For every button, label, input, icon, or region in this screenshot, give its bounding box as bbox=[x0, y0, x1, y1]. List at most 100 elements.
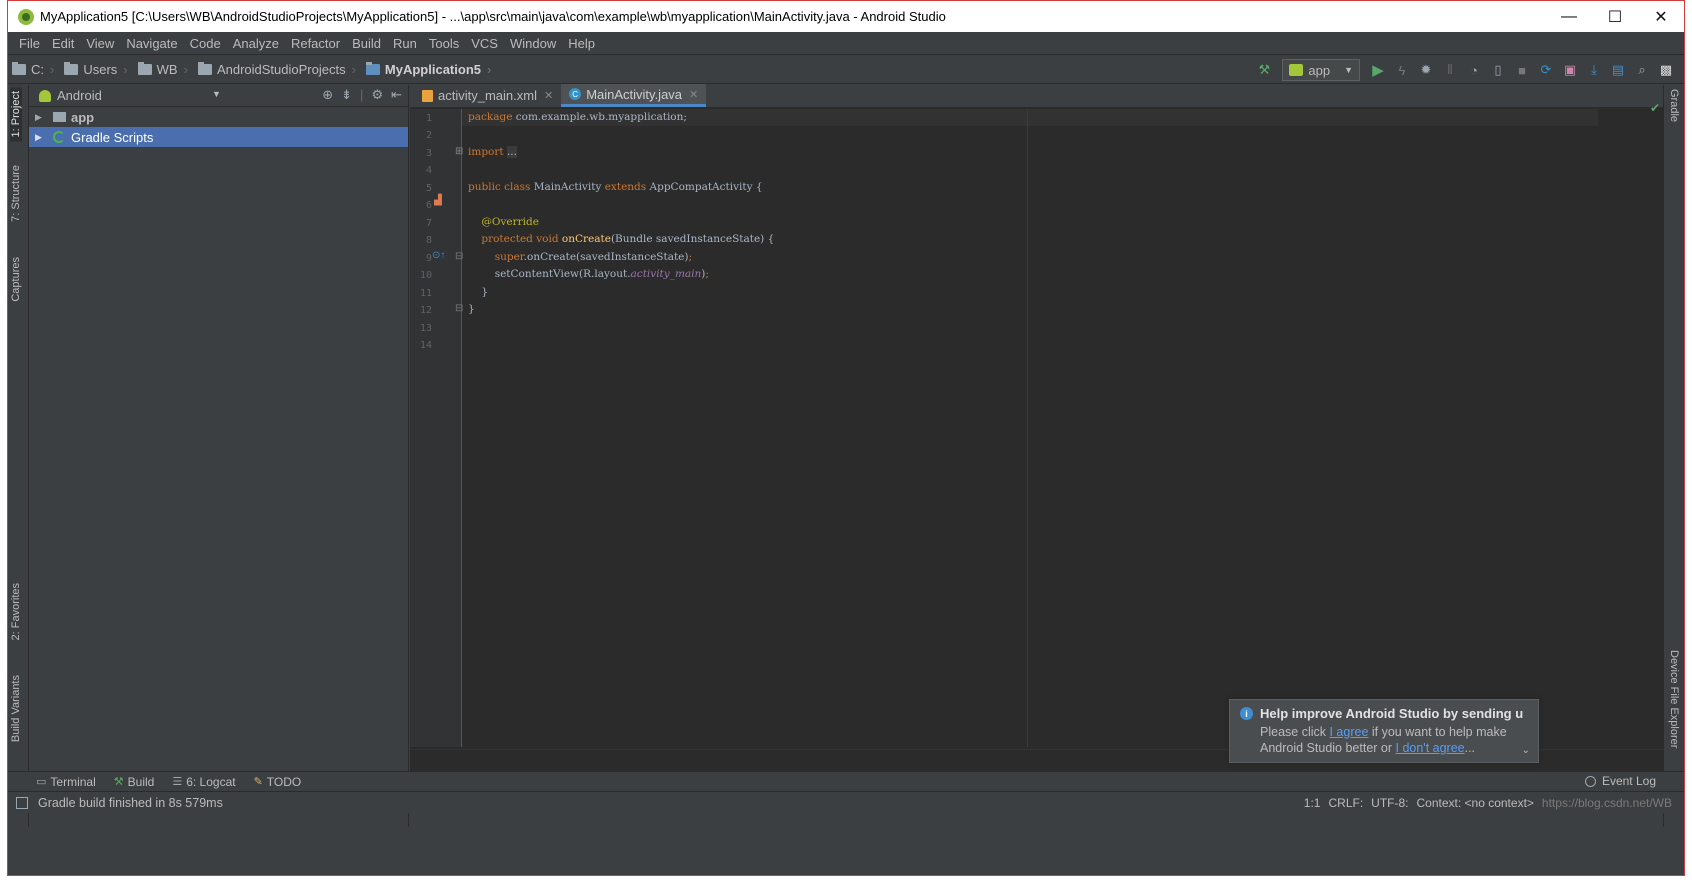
event-log-label: Event Log bbox=[1601, 774, 1656, 788]
search-icon[interactable]: ⌕ bbox=[1632, 60, 1652, 80]
run-configuration-label: app bbox=[1308, 62, 1331, 78]
tool-tab-build-variants[interactable]: Build Variants bbox=[10, 675, 22, 742]
hide-panel-icon[interactable]: ⇤ bbox=[391, 87, 402, 103]
menu-edit[interactable]: Edit bbox=[46, 36, 80, 51]
run-icon[interactable]: ▶ bbox=[1368, 60, 1388, 80]
menu-run[interactable]: Run bbox=[387, 36, 423, 51]
code-editor: activity_main.xml ✕ C MainActivity.java … bbox=[410, 84, 1664, 771]
make-project-icon[interactable]: ⚒ bbox=[1254, 60, 1274, 80]
breadcrumb-projects[interactable]: AndroidStudioProjects › bbox=[194, 61, 362, 77]
todo-icon: ✎ bbox=[253, 776, 263, 788]
inspection-ok-icon[interactable]: ✔ bbox=[1650, 101, 1660, 115]
menu-build[interactable]: Build bbox=[346, 36, 387, 51]
override-method-icon[interactable]: ⊙↑ bbox=[432, 250, 445, 261]
user-icon[interactable]: ▩ bbox=[1656, 60, 1676, 80]
bottom-tool-bar: ▭ Terminal ⚒ Build ☰ 6: Logcat ✎ TODO Ev… bbox=[8, 771, 1684, 791]
menu-help[interactable]: Help bbox=[562, 36, 601, 51]
chevron-down-icon[interactable]: ▼ bbox=[212, 89, 221, 99]
attach-process-icon[interactable]: ▯ bbox=[1488, 60, 1508, 80]
run-configuration-select[interactable]: app ▼ bbox=[1282, 59, 1360, 81]
menu-analyze[interactable]: Analyze bbox=[227, 36, 285, 51]
tool-tab-favorites[interactable]: 2: Favorites bbox=[10, 583, 22, 640]
toggle-tool-windows-icon[interactable] bbox=[16, 796, 28, 809]
related-layout-icon[interactable]: ▟ bbox=[434, 195, 442, 206]
menu-file[interactable]: File bbox=[13, 36, 46, 51]
menu-code[interactable]: Code bbox=[184, 36, 227, 51]
collapse-all-icon[interactable]: ⇟ bbox=[341, 87, 352, 103]
tool-tab-gradle[interactable]: Gradle bbox=[1668, 89, 1680, 122]
event-log-button[interactable]: Event Log bbox=[1584, 774, 1656, 788]
breadcrumb-label: C: bbox=[31, 61, 44, 77]
gear-icon[interactable]: ⚙ bbox=[371, 87, 383, 103]
agree-link[interactable]: I agree bbox=[1329, 725, 1368, 739]
maximize-button[interactable]: ☐ bbox=[1592, 1, 1638, 32]
menu-view[interactable]: View bbox=[80, 36, 120, 51]
line-number: 9 bbox=[425, 253, 432, 264]
menu-vcs[interactable]: VCS bbox=[465, 36, 504, 51]
fold-expand-icon[interactable]: ⊞ bbox=[455, 146, 463, 157]
attach-debugger-icon[interactable]: ⫴ bbox=[1440, 60, 1460, 80]
stop-icon[interactable]: ■ bbox=[1512, 60, 1532, 80]
project-panel-tools: ⊕ ⇟ | ⚙ ⇤ bbox=[322, 87, 402, 103]
breadcrumb-users[interactable]: Users › bbox=[60, 61, 133, 77]
project-view-selector[interactable]: Android ▼ ⊕ ⇟ | ⚙ ⇤ bbox=[29, 85, 408, 107]
tab-activity-main-xml[interactable]: activity_main.xml ✕ bbox=[414, 84, 561, 107]
tree-item-app[interactable]: ▶ app bbox=[29, 107, 408, 127]
line-number: 10 bbox=[419, 270, 432, 281]
profile-icon[interactable]: ◔ bbox=[1464, 60, 1484, 80]
status-message[interactable]: Gradle build finished in 8s 579ms bbox=[38, 796, 223, 810]
breadcrumb-wb[interactable]: WB › bbox=[134, 61, 194, 77]
tool-tab-structure[interactable]: 7: Structure bbox=[10, 165, 22, 222]
disagree-link[interactable]: I don't agree bbox=[1396, 741, 1465, 755]
logcat-icon: ☰ bbox=[172, 776, 183, 788]
line-number: 4 bbox=[425, 165, 432, 176]
avd-manager-icon[interactable]: ▣ bbox=[1560, 60, 1580, 80]
fold-end-icon[interactable]: ⊟ bbox=[455, 303, 463, 314]
fold-collapse-icon[interactable]: ⊟ bbox=[455, 251, 463, 262]
navigation-bar: C: › Users › WB › AndroidStudioProjects … bbox=[8, 54, 1684, 84]
context-indicator[interactable]: Context: <no context> bbox=[1417, 796, 1534, 810]
minimize-button[interactable]: — bbox=[1546, 1, 1592, 32]
chevron-right-icon: › bbox=[123, 61, 128, 77]
line-number: 1 bbox=[425, 113, 432, 124]
folder-icon bbox=[197, 61, 212, 75]
menu-window[interactable]: Window bbox=[504, 36, 562, 51]
tool-build[interactable]: ⚒ Build bbox=[114, 775, 155, 789]
sdk-manager-icon[interactable]: ⤓ bbox=[1584, 60, 1604, 80]
expand-arrow-icon[interactable]: ▶ bbox=[35, 132, 47, 143]
breadcrumb-project[interactable]: MyApplication5 › bbox=[362, 61, 497, 77]
tab-mainactivity-java[interactable]: C MainActivity.java ✕ bbox=[561, 84, 707, 107]
apply-changes-icon[interactable]: ϟ bbox=[1392, 60, 1412, 80]
line-number: 11 bbox=[419, 288, 432, 299]
notification-body: Please click I agree if you want to help… bbox=[1260, 724, 1528, 756]
code-content[interactable]: package com.example.wb.myapplication; im… bbox=[468, 109, 1658, 747]
close-tab-icon[interactable]: ✕ bbox=[689, 88, 698, 101]
menu-navigate[interactable]: Navigate bbox=[120, 36, 183, 51]
tool-tab-project[interactable]: 1: Project bbox=[10, 87, 22, 142]
tool-logcat[interactable]: ☰ 6: Logcat bbox=[172, 775, 235, 789]
chevron-down-icon[interactable]: ⌄ bbox=[1522, 745, 1530, 756]
tool-todo[interactable]: ✎ TODO bbox=[254, 775, 302, 789]
chevron-down-icon: ▼ bbox=[1344, 65, 1353, 75]
scroll-from-source-icon[interactable]: ⊕ bbox=[322, 87, 333, 103]
tool-terminal[interactable]: ▭ Terminal bbox=[36, 775, 96, 789]
project-structure-icon[interactable]: ▤ bbox=[1608, 60, 1628, 80]
line-separator[interactable]: CRLF: bbox=[1328, 796, 1363, 810]
line-number-gutter: 1 2 3 4 5 6 7 8 9 10 11 12 13 14 ⊞ ▟ ⊙↑ … bbox=[410, 109, 463, 747]
caret-position[interactable]: 1:1 bbox=[1304, 796, 1321, 810]
menu-refactor[interactable]: Refactor bbox=[285, 36, 346, 51]
expand-arrow-icon[interactable]: ▶ bbox=[35, 112, 47, 123]
tree-item-gradle-scripts[interactable]: ▶ Gradle Scripts bbox=[29, 127, 408, 147]
menu-tools[interactable]: Tools bbox=[423, 36, 465, 51]
window-title: MyApplication5 [C:\Users\WB\AndroidStudi… bbox=[40, 9, 946, 24]
title-bar: MyApplication5 [C:\Users\WB\AndroidStudi… bbox=[8, 1, 1684, 32]
sync-gradle-icon[interactable]: ⟳ bbox=[1536, 60, 1556, 80]
notification-title: i Help improve Android Studio by sending… bbox=[1240, 706, 1528, 721]
close-tab-icon[interactable]: ✕ bbox=[544, 89, 553, 102]
tool-tab-device-file-explorer[interactable]: Device File Explorer bbox=[1668, 650, 1680, 748]
debug-icon[interactable]: ✹ bbox=[1416, 60, 1436, 80]
file-encoding[interactable]: UTF-8: bbox=[1371, 796, 1408, 810]
close-button[interactable]: ✕ bbox=[1638, 1, 1684, 32]
tool-tab-captures[interactable]: Captures bbox=[10, 257, 22, 302]
breadcrumb-drive[interactable]: C: › bbox=[8, 61, 60, 77]
